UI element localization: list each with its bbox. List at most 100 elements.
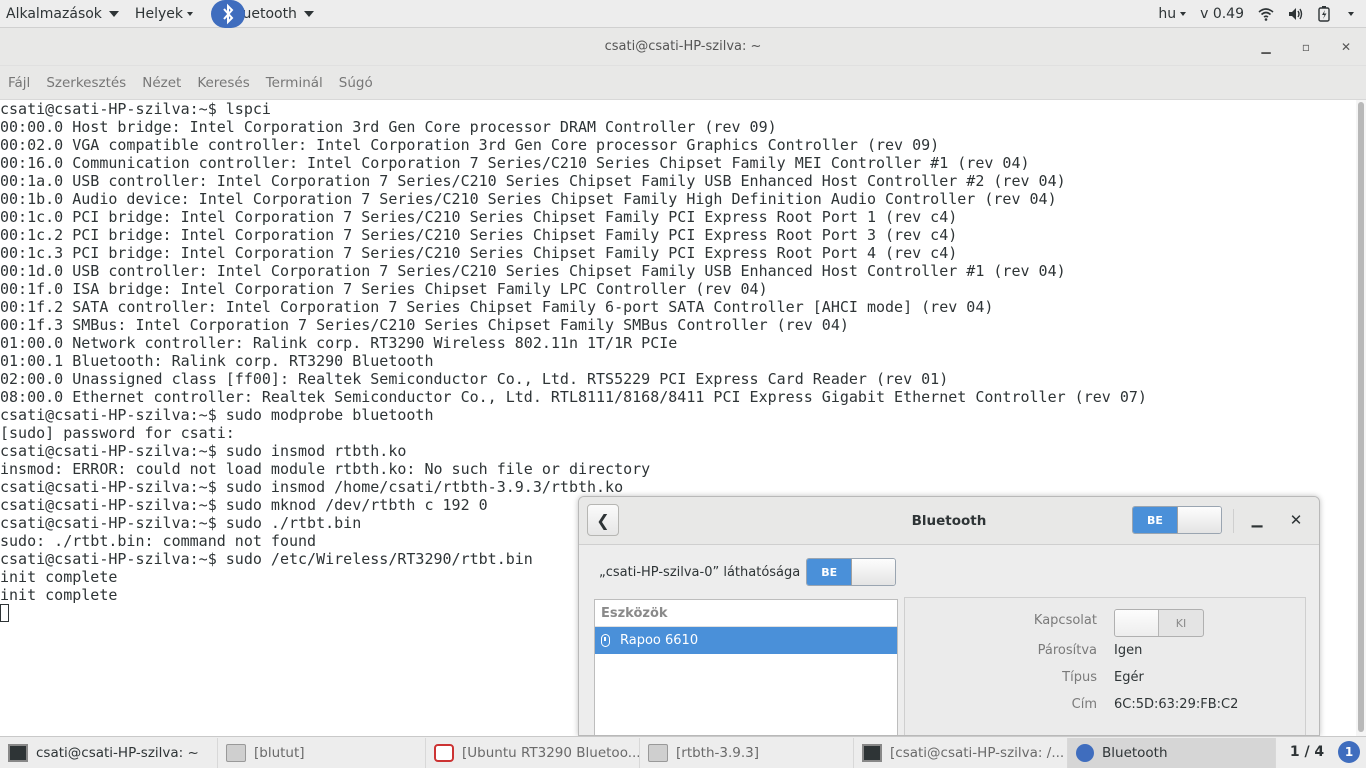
folder-icon bbox=[648, 743, 668, 762]
taskbar-item-terminal[interactable]: csati@csati-HP-szilva: ~ bbox=[0, 737, 218, 768]
paired-label: Párosítva bbox=[1037, 643, 1097, 658]
terminal-titlebar[interactable]: csati@csati-HP-szilva: ~ ▁ ▫ ✕ bbox=[0, 28, 1366, 66]
maximize-button[interactable]: ▫ bbox=[1286, 28, 1326, 66]
terminal-line: insmod: ERROR: could not load module rtb… bbox=[0, 460, 651, 478]
type-row: Típus Egér bbox=[905, 670, 1305, 692]
terminal-line: [sudo] password for csati: bbox=[0, 424, 235, 442]
terminal-line: 00:1c.3 PCI bridge: Intel Corporation 7 … bbox=[0, 244, 958, 262]
address-value: 6C:5D:63:29:FB:C2 bbox=[1114, 697, 1239, 712]
chevron-down-icon bbox=[303, 10, 314, 17]
paired-row: Párosítva Igen bbox=[905, 643, 1305, 665]
terminal-scrollbar[interactable] bbox=[1356, 100, 1366, 736]
terminal-line: 01:00.1 Bluetooth: Ralink corp. RT3290 B… bbox=[0, 352, 434, 370]
top-panel: Alkalmazások Helyek Bluetooth hu v 0.49 bbox=[0, 0, 1366, 28]
terminal-title: csati@csati-HP-szilva: ~ bbox=[604, 39, 762, 54]
switch-on-label: BE bbox=[807, 559, 852, 585]
terminal-line: 00:1f.0 ISA bridge: Intel Corporation 7 … bbox=[0, 280, 768, 298]
switch-off-label: KI bbox=[1175, 616, 1187, 630]
close-button[interactable]: ✕ bbox=[1326, 28, 1366, 66]
terminal-line: 00:1b.0 Audio device: Intel Corporation … bbox=[0, 190, 1057, 208]
task-label: [rtbth-3.9.3] bbox=[676, 744, 760, 761]
applications-menu-label: Alkalmazások bbox=[6, 5, 102, 22]
connection-label: Kapcsolat bbox=[1033, 613, 1097, 628]
applications-menu[interactable]: Alkalmazások bbox=[0, 0, 125, 28]
taskbar-item-browser[interactable]: [Ubuntu RT3290 Bluetoo... bbox=[426, 737, 640, 768]
speaker-icon[interactable] bbox=[1281, 0, 1311, 28]
back-button[interactable]: ❮ bbox=[587, 504, 619, 536]
taskbar-item-bluetooth[interactable]: Bluetooth bbox=[1068, 737, 1276, 768]
terminal-line: 00:16.0 Communication controller: Intel … bbox=[0, 154, 1030, 172]
task-label: Bluetooth bbox=[1102, 744, 1168, 761]
terminal-line: 00:1d.0 USB controller: Intel Corporatio… bbox=[0, 262, 1066, 280]
menu-file[interactable]: Fájl bbox=[8, 75, 30, 91]
device-name: Rapoo 6610 bbox=[620, 633, 699, 648]
taskbar: csati@csati-HP-szilva: ~ [blutut] [Ubunt… bbox=[0, 736, 1366, 768]
bluetooth-headerbar[interactable]: ❮ Bluetooth BE ▁ ✕ bbox=[579, 497, 1319, 545]
terminal-line: 00:02.0 VGA compatible controller: Intel… bbox=[0, 136, 940, 154]
terminal-line: 01:00.0 Network controller: Ralink corp.… bbox=[0, 334, 678, 352]
terminal-icon bbox=[862, 743, 882, 762]
menu-view[interactable]: Nézet bbox=[142, 75, 181, 91]
active-app-menu[interactable]: Bluetooth bbox=[199, 0, 320, 28]
type-label: Típus bbox=[1062, 670, 1097, 685]
switch-on-label: BE bbox=[1133, 507, 1177, 533]
menu-terminal[interactable]: Terminál bbox=[266, 75, 323, 91]
chevron-down-icon bbox=[1180, 12, 1187, 16]
chevron-down-icon bbox=[108, 10, 119, 17]
terminal-line: 00:1c.2 PCI bridge: Intel Corporation 7 … bbox=[0, 226, 958, 244]
connection-switch[interactable]: KI bbox=[1114, 609, 1204, 637]
taskbar-item-rtbth[interactable]: [rtbth-3.9.3] bbox=[640, 737, 854, 768]
visibility-switch[interactable]: BE bbox=[806, 558, 897, 586]
chevron-down-icon bbox=[186, 11, 193, 16]
terminal-line: 00:1f.3 SMBus: Intel Corporation 7 Serie… bbox=[0, 316, 849, 334]
switch-knob bbox=[1115, 610, 1160, 636]
places-menu[interactable]: Helyek bbox=[129, 0, 199, 28]
header-separator bbox=[1233, 509, 1234, 533]
close-icon: ✕ bbox=[1289, 511, 1303, 529]
device-details: Kapcsolat KI Párosítva Igen Típus Egér C… bbox=[904, 597, 1306, 735]
terminal-line: 08:00.0 Ethernet controller: Realtek Sem… bbox=[0, 388, 1147, 406]
minimize-button[interactable]: ▁ bbox=[1245, 507, 1269, 533]
workspace-switcher[interactable]: 1 / 4 bbox=[1282, 737, 1332, 767]
menu-search[interactable]: Keresés bbox=[197, 75, 249, 91]
terminal-line: csati@csati-HP-szilva:~$ sudo modprobe b… bbox=[0, 406, 434, 424]
address-row: Cím 6C:5D:63:29:FB:C2 bbox=[905, 697, 1305, 719]
switch-knob bbox=[851, 559, 896, 585]
device-item[interactable]: Rapoo 6610 bbox=[595, 627, 897, 654]
bluetooth-icon bbox=[210, 0, 245, 28]
minimize-button[interactable]: ▁ bbox=[1246, 28, 1286, 66]
places-menu-label: Helyek bbox=[134, 5, 183, 22]
type-value: Egér bbox=[1114, 670, 1144, 685]
menu-edit[interactable]: Szerkesztés bbox=[46, 75, 126, 91]
terminal-line: csati@csati-HP-szilva:~$ lspci bbox=[0, 100, 271, 118]
volume-indicator[interactable]: v 0.49 bbox=[1193, 0, 1251, 28]
notification-badge[interactable]: 1 bbox=[1338, 741, 1360, 763]
bluetooth-power-switch[interactable]: BE bbox=[1132, 506, 1222, 534]
switch-knob bbox=[1176, 507, 1221, 533]
volume-text: v 0.49 bbox=[1200, 6, 1244, 22]
keyboard-layout-menu[interactable]: hu bbox=[1151, 0, 1193, 28]
visibility-label: „csati-HP-szilva-0” láthatósága bbox=[599, 564, 801, 580]
close-button[interactable]: ✕ bbox=[1284, 507, 1308, 533]
mouse-icon bbox=[601, 634, 610, 647]
menu-help[interactable]: Súgó bbox=[339, 75, 373, 91]
terminal-line: 02:00.0 Unassigned class [ff00]: Realtek… bbox=[0, 370, 949, 388]
terminal-line: 00:1f.2 SATA controller: Intel Corporati… bbox=[0, 298, 994, 316]
battery-icon[interactable] bbox=[1311, 0, 1337, 28]
terminal-cursor bbox=[0, 604, 9, 622]
browser-icon bbox=[434, 743, 454, 762]
wifi-icon[interactable] bbox=[1251, 0, 1281, 28]
address-label: Cím bbox=[1071, 697, 1097, 712]
terminal-menubar: Fájl Szerkesztés Nézet Keresés Terminál … bbox=[0, 66, 1366, 100]
power-menu[interactable] bbox=[1337, 0, 1366, 28]
connection-row: Kapcsolat KI bbox=[905, 609, 1305, 637]
task-label: csati@csati-HP-szilva: ~ bbox=[36, 744, 199, 761]
taskbar-item-blutut[interactable]: [blutut] bbox=[218, 737, 426, 768]
bluetooth-title: Bluetooth bbox=[911, 512, 987, 529]
taskbar-item-terminal-2[interactable]: [csati@csati-HP-szilva: /... bbox=[854, 737, 1068, 768]
keyboard-layout-label: hu bbox=[1158, 6, 1177, 22]
chevron-down-icon bbox=[1348, 12, 1354, 16]
scrollbar-thumb[interactable] bbox=[1358, 102, 1364, 732]
task-label: [blutut] bbox=[254, 744, 305, 761]
devices-list: Eszközök Rapoo 6610 bbox=[594, 599, 898, 735]
